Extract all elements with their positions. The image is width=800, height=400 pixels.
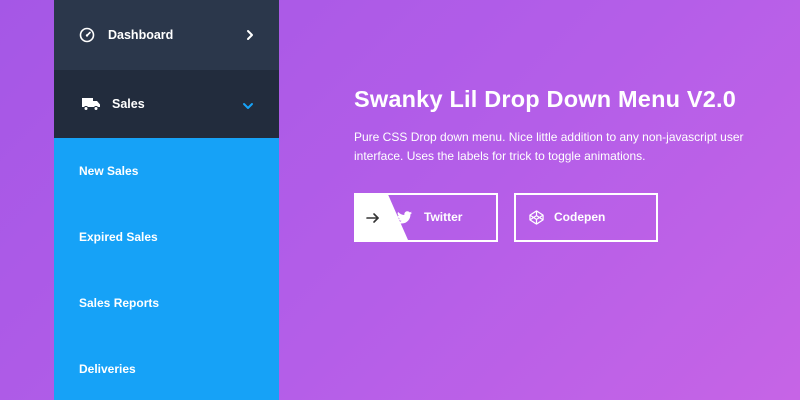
page-title: Swanky Lil Drop Down Menu V2.0 [354,86,737,112]
chevron-down-icon [241,99,255,113]
menu-item-dashboard[interactable]: Dashboard [54,0,279,70]
submenu-item-deliveries[interactable]: Deliveries [54,336,279,400]
menu-item-sales[interactable]: Sales [54,70,279,138]
submenu-item-sales-reports[interactable]: Sales Reports [54,270,279,336]
twitter-icon [396,209,412,225]
codepen-icon [528,209,544,225]
main-content: Swanky Lil Drop Down Menu V2.0 Pure CSS … [354,84,774,242]
page-description: Pure CSS Drop down menu. Nice little add… [354,130,744,163]
submenu-item-new-sales[interactable]: New Sales [54,138,279,204]
twitter-button[interactable]: Twitter [354,193,498,242]
arrow-right-icon [366,211,380,225]
sales-submenu: New Sales Expired Sales Sales Reports De… [54,138,279,400]
codepen-button[interactable]: Codepen [514,193,658,242]
chevron-right-icon [243,28,257,42]
button-group: Twitter Codepen [354,193,658,242]
truck-icon [82,95,100,113]
dropdown-menu: Dashboard Sales New Sales Expired Sales … [54,0,279,400]
twitter-button-label: Twitter [424,210,463,224]
menu-item-sales-label: Sales [112,97,145,111]
submenu-item-expired-sales[interactable]: Expired Sales [54,204,279,270]
codepen-button-label: Codepen [554,210,606,224]
gauge-icon [78,26,96,44]
menu-item-dashboard-label: Dashboard [108,28,174,42]
